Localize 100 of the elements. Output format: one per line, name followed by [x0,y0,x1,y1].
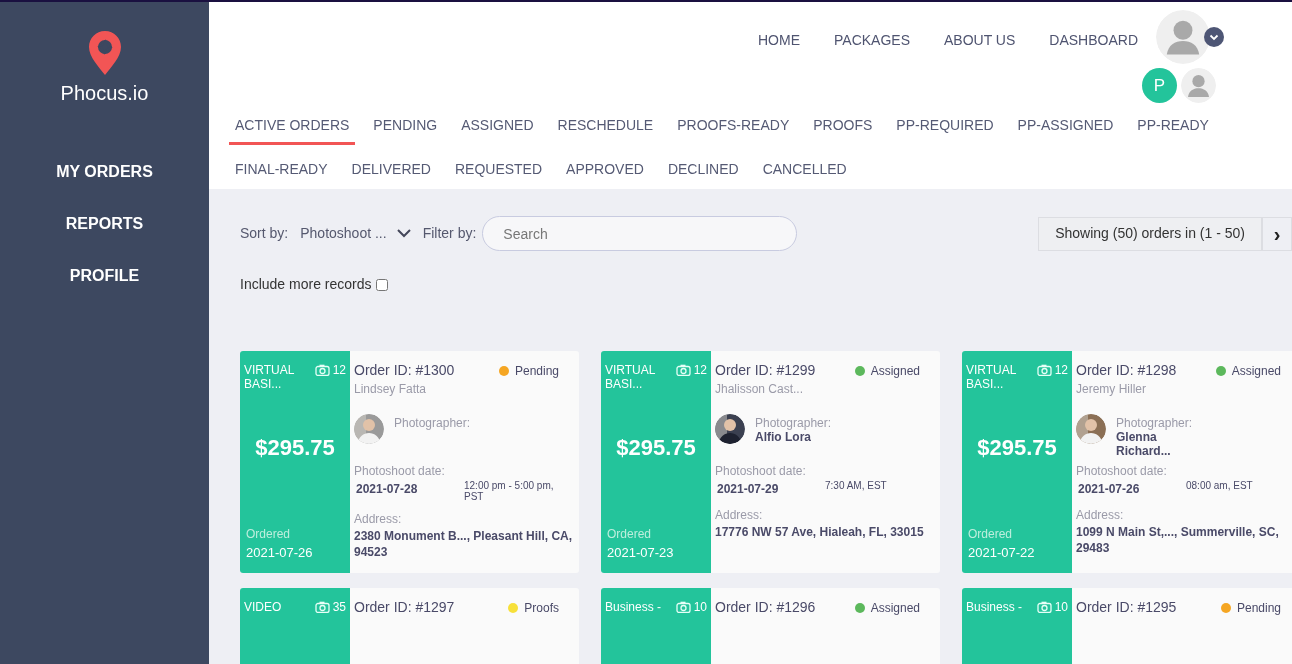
sidebar-item[interactable]: MY ORDERS [56,160,153,184]
order-price: $295.75 [254,434,336,462]
status-tab[interactable]: PP-READY [1131,109,1215,145]
photo-count: 12 [693,363,707,377]
search-field[interactable]: Search [482,216,798,251]
status-tab[interactable]: REQUESTED [448,153,549,189]
status-tab[interactable]: CANCELLED [756,153,853,189]
photo-count: 12 [332,363,346,377]
photographer-name: Alfio Lora [755,430,812,444]
nav-link[interactable]: DASHBOARD [1049,30,1138,51]
order-card[interactable]: Business - 10 Order ID: #1296 Assigned [601,588,940,664]
camera-icon [314,364,330,376]
photoshoot-time: 7:30 AM, EST [825,480,888,491]
status-tab[interactable]: APPROVED [560,153,650,189]
photoshoot-label: Photoshoot date: [1076,463,1168,480]
order-id: Order ID: #1300 [354,362,455,378]
photoshoot-label: Photoshoot date: [715,463,807,480]
photographer-label: Photographer: [1116,416,1194,430]
chevron-down-icon[interactable] [1204,27,1224,47]
address-label: Address: [354,511,403,528]
address-text: 1099 N Main St,..., Summerville, SC, 29483 [1076,524,1280,556]
logo-icon [87,30,122,76]
package-name: Business - [605,600,663,614]
user-avatar[interactable] [1156,10,1210,64]
customer-name: Jeremy Hiller [1076,381,1147,398]
order-id: Order ID: #1295 [1076,599,1177,615]
ordered-label: Ordered [606,525,653,543]
status-tab[interactable]: FINAL-READY [229,153,334,189]
status-label: Proofs [524,600,559,617]
package-name: VIRTUAL BASI... [605,363,656,391]
package-name: Business - [966,600,1024,614]
order-id: Order ID: #1298 [1076,362,1177,378]
customer-name: Jhalisson Cast... [715,381,805,398]
package-name: VIDEO [244,600,283,614]
address-text: 2380 Monument B..., Pleasant Hill, CA, 94523 [354,528,573,560]
camera-icon [314,601,330,613]
status-label: Assigned [870,600,920,617]
status-label: Assigned [870,363,920,380]
photo-count: 10 [1054,600,1068,614]
showing-count: Showing (50) orders in (1 - 50) [1038,216,1262,251]
order-card[interactable] [962,351,1292,573]
ordered-date: 2021-07-26 [245,543,314,562]
order-id: Order ID: #1296 [715,599,816,615]
ordered-label: Ordered [245,525,292,543]
filter-label: Filter by: [422,224,477,243]
status-tab[interactable]: ACTIVE ORDERS [229,109,356,145]
sort-dropdown[interactable]: Photoshoot ... [300,223,411,244]
status-tab[interactable]: PP-ASSIGNED [1011,109,1120,145]
nav-link[interactable]: ABOUT US [944,30,1016,51]
include-records-label: Include more records [240,275,372,294]
status-label: Pending [514,363,559,380]
next-page-button[interactable]: › [1262,216,1292,251]
order-price: $295.75 [615,434,697,462]
photoshoot-date: 2021-07-28 [355,481,419,498]
status-label: Pending [1236,600,1281,617]
status-tab[interactable]: RESCHEDULE [551,109,660,145]
status-tab[interactable]: PENDING [367,109,444,145]
camera-icon [1036,601,1052,613]
photoshoot-label: Photoshoot date: [354,463,446,480]
order-card[interactable]: Business - 10 Order ID: #1295 Pending [962,588,1292,664]
photoshoot-date: 2021-07-29 [716,481,780,498]
photographer-label: Photographer: [394,416,471,430]
photographer-label: Photographer: [755,416,833,430]
photo-count: 10 [693,600,707,614]
photographer-name: Glenna Richard... [1116,430,1172,458]
ordered-label: Ordered [967,525,1014,543]
order-card[interactable]: VIRTUAL BASI... 12 $295.75 Ordered 2021-07-23 Order ID: #1299 Assigned Jhalisson Cast... Photographer: Alfio Lora Photoshoot date: 2021-07-29 7:30 AM, EST Address: 17776 NW 57 Ave, Hialeah, FL, 33015 [601,351,940,573]
status-tab[interactable]: PP-REQUIRED [890,109,1000,145]
photoshoot-date: 2021-07-26 [1077,481,1141,498]
address-label: Address: [715,507,764,524]
customer-name: Lindsey Fatta [354,381,428,398]
status-label: Assigned [1231,363,1281,380]
nav-link[interactable]: PACKAGES [834,30,910,51]
package-name: VIRTUAL BASI... [244,363,295,391]
camera-icon [1036,364,1052,376]
order-card[interactable]: VIDEO 35 Order ID: #1297 Proofs [240,588,579,664]
brand-name: Phocus.io [60,81,149,106]
status-tab[interactable]: ASSIGNED [455,109,540,145]
sidebar-item[interactable]: PROFILE [69,264,140,288]
ordered-date: 2021-07-22 [967,543,1036,562]
package-name: VIRTUAL BASI... [966,363,1017,391]
nav-link[interactable]: HOME [758,30,800,51]
status-tab[interactable]: DELIVERED [345,153,437,189]
order-id: Order ID: #1299 [715,362,816,378]
photoshoot-time: 08:00 am, EST [1186,480,1254,491]
order-card[interactable] [240,351,579,573]
address-label: Address: [1076,507,1125,524]
status-tab[interactable]: PROOFS-READY [671,109,796,145]
camera-icon [675,601,691,613]
status-tab[interactable]: PROOFS [807,109,879,145]
ordered-date: 2021-07-23 [606,543,675,562]
order-id: Order ID: #1297 [354,599,455,615]
photo-count: 12 [1054,363,1068,377]
include-records-checkbox[interactable] [375,278,388,291]
sort-label: Sort by: [240,224,289,243]
photo-count: 35 [332,600,346,614]
photoshoot-time: 12:00 pm - 5:00 pm, PST [464,480,555,502]
sidebar-item[interactable]: REPORTS [65,212,144,236]
chevron-down-icon [396,229,411,238]
status-tab[interactable]: DECLINED [661,153,745,189]
